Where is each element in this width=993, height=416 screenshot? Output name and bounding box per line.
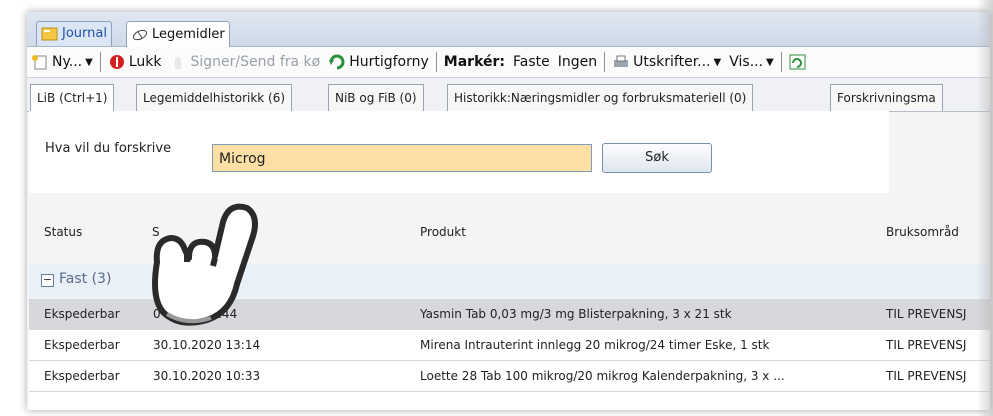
- new-label: Ny...: [52, 54, 83, 70]
- tab-historikk-naeringsmidler[interactable]: Historikk:Næringsmidler og forbruksmater…: [447, 84, 754, 111]
- tab-journal[interactable]: Journal: [36, 21, 112, 46]
- column-usage[interactable]: Bruksområd: [886, 225, 959, 239]
- cell-usage: TIL PREVENSJ: [886, 369, 967, 383]
- sign-send-label: Signer/Send fra kø: [190, 54, 321, 70]
- quick-renew-button[interactable]: Hurtigforny: [324, 54, 433, 70]
- toolbar-separator: [99, 52, 101, 72]
- toolbar-separator: [780, 52, 782, 72]
- dropdown-arrow-icon: ▼: [713, 56, 722, 68]
- grid-empty-area: [29, 392, 990, 410]
- refresh-button[interactable]: [785, 54, 811, 70]
- tab-forskrivningsmaler[interactable]: Forskrivningsma: [830, 84, 943, 111]
- mark-none-button[interactable]: Ingen: [554, 54, 601, 70]
- refresh-icon: [789, 54, 807, 70]
- view-button[interactable]: Vis... ▼: [725, 54, 778, 70]
- close-button[interactable]: Lukk: [104, 54, 166, 70]
- toolbar: Ny... ▼ Lukk Signer/Send fra kø Hurtigfo…: [27, 47, 990, 78]
- toolbar-separator: [435, 52, 437, 72]
- column-product[interactable]: Produkt: [420, 225, 466, 239]
- print-label: Utskrifter...: [633, 54, 711, 70]
- cell-status: Ekspederbar: [44, 338, 120, 352]
- tab-nib-fib[interactable]: NiB og FiB (0): [328, 84, 424, 111]
- quick-renew-label: Hurtigforny: [349, 54, 429, 70]
- cell-date: 30.10.2020 10:33: [153, 369, 261, 383]
- journal-icon: [41, 26, 59, 42]
- search-input[interactable]: Microg: [212, 144, 592, 172]
- tab-legemidler[interactable]: Legemidler: [126, 21, 230, 47]
- column-status[interactable]: Status: [44, 225, 82, 239]
- dropdown-arrow-icon: ▼: [766, 56, 774, 68]
- printer-icon: [612, 54, 630, 70]
- search-button[interactable]: Søk: [602, 143, 712, 173]
- renew-icon: [328, 54, 346, 70]
- top-tab-strip: Journal Legemidler: [27, 12, 990, 47]
- search-label: Hva vil du forskrive: [45, 141, 172, 156]
- sign-send-button[interactable]: Signer/Send fra kø: [165, 54, 324, 70]
- cell-product: Mirena Intrauterint innlegg 20 mikrog/24…: [420, 338, 770, 352]
- sub-tab-strip: LiB (Ctrl+1) Legemiddelhistorikk (6) NiB…: [27, 78, 990, 112]
- print-button[interactable]: Utskrifter... ▼: [608, 54, 725, 70]
- new-document-icon: [31, 54, 49, 70]
- mark-label: Markér:: [443, 54, 506, 70]
- tab-legemiddelhistorikk[interactable]: Legemiddelhistorikk (6): [136, 84, 293, 111]
- new-button[interactable]: Ny... ▼: [27, 54, 97, 70]
- close-icon: [108, 54, 126, 70]
- collapse-icon[interactable]: −: [41, 274, 54, 287]
- toolbar-separator: [604, 52, 606, 72]
- cell-status: Ekspederbar: [44, 369, 120, 383]
- cell-product: Yasmin Tab 0,03 mg/3 mg Blisterpakning, …: [420, 307, 732, 321]
- dropdown-arrow-icon: ▼: [85, 56, 93, 68]
- cell-usage: TIL PREVENSJ: [886, 338, 967, 352]
- mark-fixed-button[interactable]: Faste: [509, 54, 554, 70]
- tab-journal-label: Journal: [62, 26, 107, 41]
- cell-usage: TIL PREVENSJ: [886, 307, 967, 321]
- tab-legemidler-label: Legemidler: [152, 26, 225, 42]
- cell-status: Ekspederbar: [44, 307, 120, 321]
- window-edge-shadow: [977, 0, 993, 416]
- pointing-hand-icon: [127, 192, 267, 337]
- sign-hand-icon: [169, 54, 187, 70]
- pills-icon: [131, 27, 149, 43]
- cell-product: Loette 28 Tab 100 mikrog/20 mikrog Kalen…: [420, 369, 785, 383]
- close-label: Lukk: [128, 54, 162, 70]
- view-label: Vis...: [729, 54, 764, 70]
- table-row[interactable]: Ekspederbar 30.10.2020 10:33 Loette 28 T…: [29, 361, 990, 392]
- group-label: Fast (3): [59, 271, 112, 287]
- app-window: Journal Legemidler Ny... ▼ Lukk Signer/S…: [27, 12, 990, 410]
- tab-lib[interactable]: LiB (Ctrl+1): [30, 84, 115, 112]
